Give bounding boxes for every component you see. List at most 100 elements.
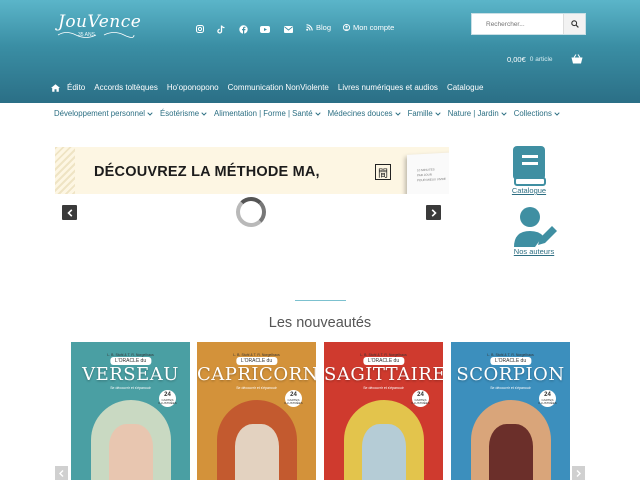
search-icon [570, 20, 579, 28]
youtube-icon[interactable] [258, 22, 272, 36]
chevron-down-icon [435, 111, 441, 116]
category-alimentation[interactable]: Alimentation | Forme | Santé [214, 109, 321, 118]
nav-communication-nonviolente[interactable]: Communication NonViolente [228, 83, 329, 92]
book-title: SAGITTAIRE [324, 364, 443, 385]
user-circle-icon [343, 24, 350, 31]
tiktok-icon[interactable] [214, 22, 228, 36]
email-icon[interactable] [281, 22, 295, 36]
home-icon[interactable] [51, 83, 60, 92]
blog-label: Blog [316, 23, 332, 32]
basket-icon [571, 54, 583, 64]
chevron-right-icon [576, 469, 581, 477]
book-cover-figure [108, 424, 153, 480]
chevron-right-icon [431, 208, 437, 217]
nav-accords-tolteques[interactable]: Accords toltèques [94, 83, 158, 92]
chevron-left-icon [59, 469, 64, 477]
cart-amount: 0,00€ [507, 54, 526, 64]
category-navigation: Développement personnel Ésotérisme Alime… [54, 109, 567, 118]
book-title: VERSEAU [82, 364, 179, 385]
book-card[interactable]: L. B. Stuhl & T. R. Norgelhaus L'ORACLE d… [324, 342, 443, 480]
catalogue-link[interactable]: Catalogue [511, 146, 547, 195]
category-label: Médecines douces [327, 109, 393, 118]
book-card[interactable]: L. B. Stuhl & T. R. Norgelhaus L'ORACLE d… [71, 342, 190, 480]
carousel-prev-button[interactable] [55, 466, 68, 480]
chevron-down-icon [147, 111, 153, 116]
logo-swirl-icon [57, 32, 135, 38]
chevron-down-icon [394, 111, 401, 116]
category-label: Famille [407, 109, 433, 118]
category-label: Ésotérisme [160, 109, 200, 118]
site-logo[interactable]: JouVence 35 ANS [56, 12, 142, 40]
category-label: Nature | Jardin [447, 109, 499, 118]
book-card[interactable]: L. B. Stuhl & T. R. Norgelhaus L'ORACLE d… [451, 342, 570, 480]
nav-catalogue[interactable]: Catalogue [447, 83, 483, 92]
logo-text: JouVence [58, 12, 142, 32]
book-badge: 24 CARTES ILLUSTRÉES [284, 390, 303, 407]
cart-count: 0 article [529, 55, 553, 63]
instagram-icon[interactable] [193, 22, 207, 36]
cart-summary[interactable]: 0,00€ 0 article [507, 54, 583, 64]
rss-icon [306, 24, 313, 31]
carousel-next-button[interactable] [572, 466, 585, 480]
search-button[interactable] [563, 14, 585, 34]
book-subtitle: Se découvrir et s'épanouir [363, 386, 404, 390]
chevron-down-icon [501, 111, 507, 116]
book-badge: 24 CARTES ILLUSTRÉES [538, 390, 557, 407]
banner-pattern [55, 147, 75, 194]
logo-anniversary: 35 ANS [78, 32, 95, 38]
chevron-left-icon [66, 208, 72, 217]
section-divider [295, 300, 346, 301]
slider-next-button[interactable] [426, 205, 441, 220]
slider-prev-button[interactable] [62, 205, 77, 220]
authors-label: Nos auteurs [513, 247, 555, 256]
account-link[interactable]: Mon compte [343, 23, 394, 32]
chevron-down-icon [314, 111, 321, 116]
site-header: JouVence 35 ANS Blog Mon compte 0,00€ 0 … [0, 0, 640, 103]
book-title: SCORPION [456, 364, 565, 385]
account-label: Mon compte [353, 23, 395, 32]
nav-edito[interactable]: Édito [67, 83, 85, 92]
banner-book-image: 10 MINUTES PAR JOUR POUR MIEUX VIVRE [407, 151, 449, 194]
facebook-icon[interactable] [236, 22, 250, 36]
nav-hooponopono[interactable]: Ho'oponopono [167, 83, 219, 92]
category-famille[interactable]: Famille [408, 109, 441, 118]
badge-text: CARTES ILLUSTRÉES [538, 397, 557, 405]
category-label: Alimentation | Forme | Santé [214, 109, 313, 118]
authors-link[interactable]: Nos auteurs [511, 207, 557, 256]
book-line: POUR MIEUX VIVRE [417, 176, 446, 183]
book-subtitle: Se découvrir et s'épanouir [490, 386, 531, 390]
book-badge: 24 CARTES ILLUSTRÉES [411, 390, 430, 407]
search-input[interactable] [472, 14, 563, 34]
category-label: Développement personnel [54, 109, 146, 118]
book-cover-figure [234, 424, 279, 480]
banner-text: DÉCOUVREZ LA MÉTHODE MA, [94, 164, 320, 180]
book-subtitle: Se découvrir et s'épanouir [236, 386, 277, 390]
loading-spinner [236, 197, 266, 227]
new-releases-title: Les nouveautés [268, 315, 372, 331]
user-edit-icon [514, 207, 557, 247]
book-line: 10 MINUTES [417, 167, 435, 173]
book-cover-figure [361, 424, 406, 480]
main-navigation: Édito Accords toltèques Ho'oponopono Com… [51, 83, 492, 92]
book-badge: 24 CARTES ILLUSTRÉES [158, 390, 177, 407]
book-title: CAPRICORNE [197, 364, 316, 385]
badge-text: CARTES ILLUSTRÉES [158, 397, 177, 405]
chevron-down-icon [554, 111, 560, 116]
blog-link[interactable]: Blog [306, 23, 331, 32]
catalogue-label: Catalogue [511, 186, 547, 195]
category-esoterisme[interactable]: Ésotérisme [160, 109, 207, 118]
category-label: Collections [513, 109, 552, 118]
category-developpement-personnel[interactable]: Développement personnel [54, 109, 153, 118]
search-box [471, 13, 586, 35]
badge-text: CARTES ILLUSTRÉES [411, 397, 430, 405]
book-card[interactable]: L. B. Stuhl & T. R. Norgelhaus L'ORACLE d… [197, 342, 316, 480]
badge-text: CARTES ILLUSTRÉES [284, 397, 303, 405]
category-medecines-douces[interactable]: Médecines douces [328, 109, 401, 118]
nav-livres-numeriques[interactable]: Livres numériques et audios [338, 83, 438, 92]
banner-kanji: 間 [375, 164, 391, 180]
chevron-down-icon [201, 111, 207, 116]
book-line: PAR JOUR [417, 172, 432, 178]
promo-banner[interactable]: DÉCOUVREZ LA MÉTHODE MA, 間 10 MINUTES PA… [55, 147, 449, 194]
category-collections[interactable]: Collections [514, 109, 560, 118]
category-nature-jardin[interactable]: Nature | Jardin [448, 109, 507, 118]
